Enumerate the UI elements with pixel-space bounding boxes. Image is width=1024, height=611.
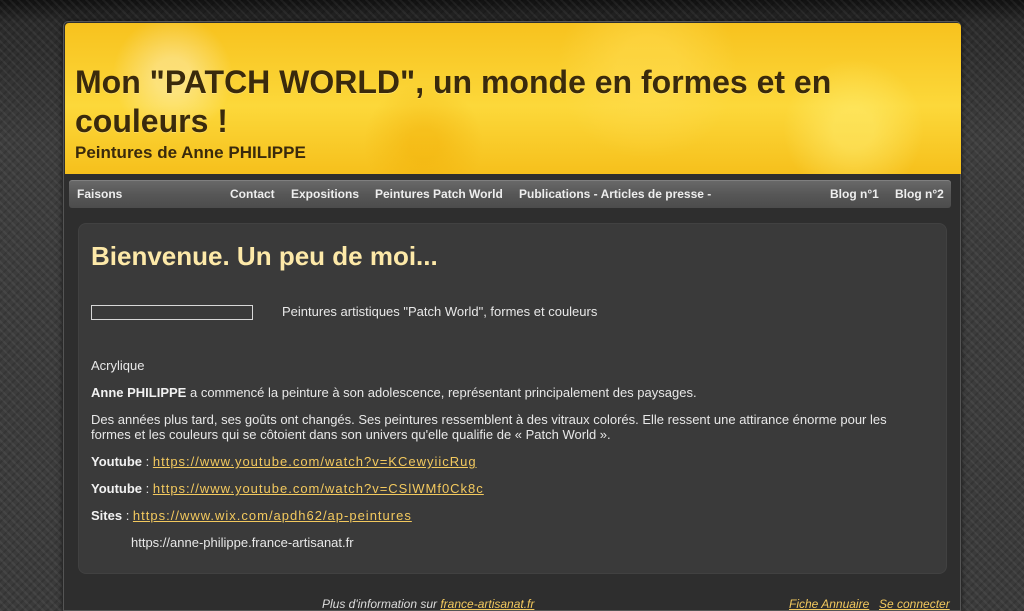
medium-text: Acrylique: [91, 358, 145, 373]
main-content: Bienvenue. Un peu de moi... Peintures ar…: [78, 223, 947, 574]
nav-item-publications[interactable]: Publications - Articles de presse -: [519, 180, 711, 208]
youtube-link-2[interactable]: https://www.youtube.com/watch?v=CSlWMf0C…: [153, 481, 484, 496]
youtube-link-row-1: Youtube : https://www.youtube.com/watch?…: [91, 454, 477, 469]
link-label: Youtube: [91, 481, 143, 496]
artist-name: Anne PHILIPPE: [91, 385, 187, 400]
site-footer: Plus d'information sur france-artisanat.…: [64, 595, 962, 611]
link-label: Sites: [91, 508, 123, 523]
footer-info: Plus d'information sur france-artisanat.…: [322, 597, 534, 611]
intro-text: a commencé la peinture à son adolescence…: [186, 385, 697, 400]
description-paragraph: Des années plus tard, ses goûts ont chan…: [91, 412, 887, 442]
link-separator: :: [122, 508, 133, 523]
page-title: Bienvenue. Un peu de moi...: [91, 241, 438, 271]
site-title[interactable]: Mon "PATCH WORLD", un monde en formes et…: [75, 63, 935, 141]
intro-paragraph: Anne PHILIPPE a commencé la peinture à s…: [91, 385, 697, 400]
link-separator: :: [142, 454, 153, 469]
link-separator: :: [142, 481, 153, 496]
nav-item-contact[interactable]: Contact: [230, 180, 275, 208]
nav-item-expositions[interactable]: Expositions: [291, 180, 359, 208]
site-subtitle: Peintures de Anne PHILIPPE: [75, 143, 306, 162]
image-caption: Peintures artistiques "Patch World", for…: [282, 304, 598, 319]
sites-link-row: Sites : https://www.wix.com/apdh62/ap-pe…: [91, 508, 412, 523]
wix-site-link[interactable]: https://www.wix.com/apdh62/ap-peintures: [133, 508, 412, 523]
nav-item-blog-2[interactable]: Blog n°2: [895, 180, 944, 208]
youtube-link-1[interactable]: https://www.youtube.com/watch?v=KCewyiic…: [153, 454, 477, 469]
main-nav: Faisons Contact Expositions Peintures Pa…: [69, 180, 951, 208]
nav-item-faisons[interactable]: Faisons: [77, 180, 122, 208]
footer-info-text: Plus d'information sur: [322, 597, 441, 611]
nav-item-blog-1[interactable]: Blog n°1: [830, 180, 879, 208]
site-header: Mon "PATCH WORLD", un monde en formes et…: [65, 23, 961, 174]
artisanat-site-text: https://anne-philippe.france-artisanat.f…: [131, 535, 354, 550]
nav-item-peintures[interactable]: Peintures Patch World: [375, 180, 503, 208]
fiche-annuaire-link[interactable]: Fiche Annuaire: [789, 597, 869, 611]
link-label: Youtube: [91, 454, 143, 469]
youtube-link-row-2: Youtube : https://www.youtube.com/watch?…: [91, 481, 484, 496]
login-link[interactable]: Se connecter: [879, 597, 950, 611]
page-container: Mon "PATCH WORLD", un monde en formes et…: [63, 21, 961, 611]
painting-image: [91, 305, 253, 320]
footer-artisanat-link[interactable]: france-artisanat.fr: [440, 597, 534, 611]
